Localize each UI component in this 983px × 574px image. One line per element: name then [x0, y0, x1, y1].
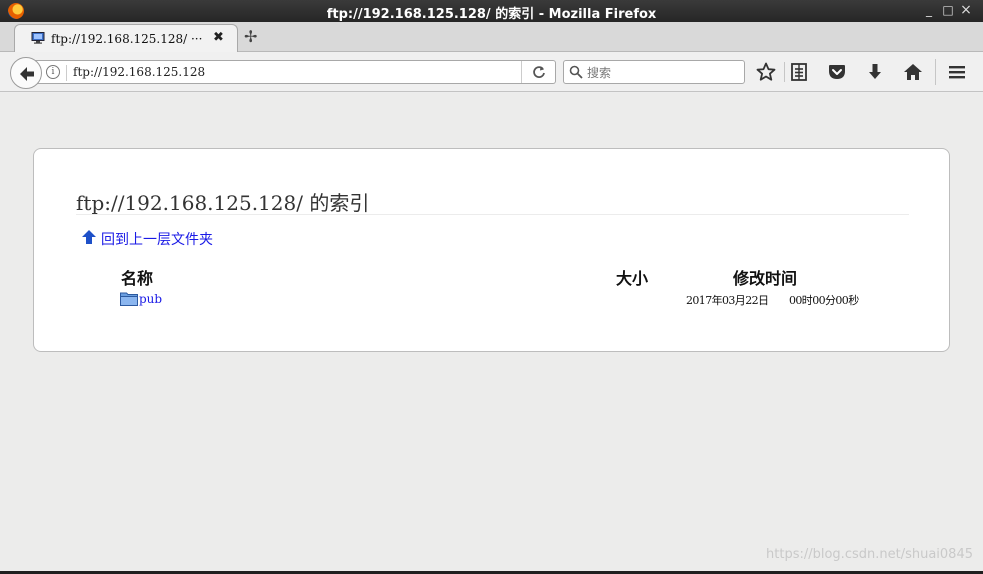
column-header-name[interactable]: 名称: [121, 265, 153, 289]
parent-directory-link[interactable]: 回到上一层文件夹: [82, 229, 213, 249]
window-title: ftp://192.168.125.128/ 的索引 - Mozilla Fir…: [326, 7, 657, 22]
title-bar: ftp://192.168.125.128/ 的索引 - Mozilla Fir…: [0, 0, 983, 22]
reload-icon: [532, 66, 545, 78]
bookmark-star-icon[interactable]: [756, 62, 776, 82]
column-header-modified[interactable]: 修改时间: [733, 265, 797, 289]
hamburger-menu-icon[interactable]: [947, 62, 967, 82]
url-bar[interactable]: i ftp://192.168.125.128: [30, 60, 556, 84]
file-link-pub[interactable]: pub: [139, 292, 162, 306]
tab-title: ftp://192.168.125.128/ ···: [51, 32, 203, 46]
home-icon[interactable]: [903, 62, 923, 82]
back-button[interactable]: [10, 57, 42, 89]
monitor-icon: [31, 32, 45, 44]
tab-strip: ftp://192.168.125.128/ ··· ✖ ✢: [0, 22, 983, 53]
directory-listing: ftp://192.168.125.128/ 的索引 回到上一层文件夹 名称 大…: [33, 148, 950, 352]
parent-directory-label: 回到上一层文件夹: [101, 232, 213, 248]
watermark: https://blog.csdn.net/shuai0845: [766, 547, 973, 562]
column-header-size[interactable]: 大小: [616, 265, 648, 289]
maximize-button[interactable]: □: [941, 3, 955, 17]
url-separator: [66, 65, 67, 81]
minimize-button[interactable]: _: [922, 3, 936, 17]
url-input[interactable]: ftp://192.168.125.128: [73, 65, 205, 79]
page-title: ftp://192.168.125.128/ 的索引: [76, 191, 370, 215]
title-divider: [76, 214, 909, 215]
back-arrow-icon: [20, 67, 34, 81]
tab-ftp-index[interactable]: ftp://192.168.125.128/ ··· ✖: [14, 24, 238, 53]
close-window-button[interactable]: ×: [959, 3, 973, 17]
reading-list-icon[interactable]: [789, 62, 809, 82]
tab-close-icon[interactable]: ✖: [213, 30, 224, 45]
menu-separator: [935, 59, 936, 85]
folder-icon: [120, 292, 138, 306]
page-content: ftp://192.168.125.128/ 的索引 回到上一层文件夹 名称 大…: [0, 93, 983, 571]
navigation-bar: i ftp://192.168.125.128 搜索: [0, 52, 983, 92]
new-tab-button[interactable]: ✢: [244, 29, 257, 45]
pocket-icon[interactable]: [827, 62, 847, 82]
search-icon: [569, 65, 583, 79]
search-placeholder: 搜索: [587, 66, 612, 80]
info-icon[interactable]: i: [46, 65, 60, 79]
browser-window: ftp://192.168.125.128/ 的索引 - Mozilla Fir…: [0, 0, 983, 574]
toolbar-separator: [784, 62, 785, 82]
reload-button[interactable]: [521, 61, 555, 83]
row-date: 2017年03月22日: [686, 294, 769, 307]
table-row: pub 2017年03月22日 00时00分00秒: [34, 289, 951, 309]
download-icon[interactable]: [865, 62, 885, 82]
row-time: 00时00分00秒: [789, 294, 859, 307]
search-input[interactable]: 搜索: [563, 60, 745, 84]
